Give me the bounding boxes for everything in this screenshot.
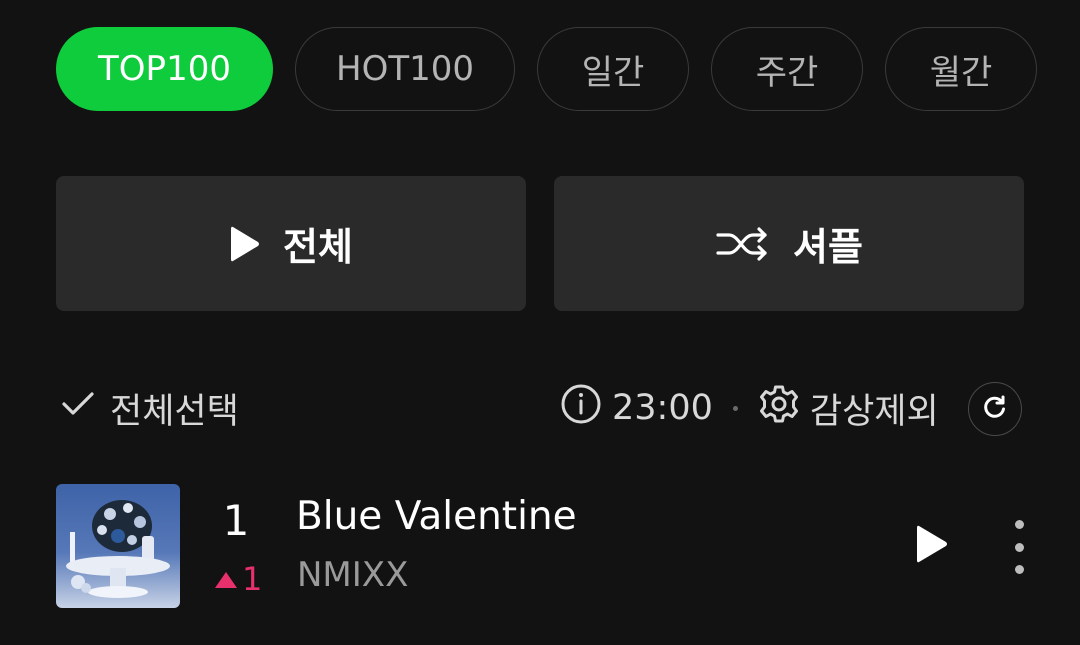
info-icon[interactable]: [560, 383, 602, 434]
refresh-button[interactable]: [968, 382, 1022, 436]
song-title[interactable]: Blue Valentine: [296, 494, 577, 539]
tab-monthly[interactable]: 월간: [885, 27, 1037, 111]
rank-change-value: 1: [242, 560, 263, 598]
rank-change: 1: [214, 560, 262, 598]
play-all-button[interactable]: 전체: [56, 176, 526, 311]
tab-daily[interactable]: 일간: [537, 27, 689, 111]
select-all-button[interactable]: 전체선택: [60, 382, 239, 434]
exclude-settings-button[interactable]: 감상제외: [758, 383, 939, 434]
song-play-button[interactable]: [906, 520, 958, 572]
tab-hot100[interactable]: HOT100: [295, 27, 515, 111]
more-dot: [1014, 542, 1024, 552]
chart-page: TOP100 HOT100 일간 주간 월간 전체 셔플 전체선택 23:00 …: [0, 0, 1080, 645]
more-dot: [1014, 565, 1024, 574]
shuffle-icon: [715, 224, 771, 264]
triangle-up-icon: [214, 560, 238, 598]
more-vertical-icon: [1014, 520, 1024, 529]
shuffle-label: 셔플: [793, 225, 863, 269]
play-icon: [915, 523, 949, 569]
play-all-label: 전체: [283, 225, 353, 269]
shuffle-button[interactable]: 셔플: [554, 176, 1024, 311]
refresh-icon: [982, 394, 1008, 424]
exclude-label: 감상제외: [809, 391, 939, 432]
song-artist[interactable]: NMIXX: [297, 555, 408, 595]
separator-dot: [732, 405, 738, 411]
tab-top100[interactable]: TOP100: [56, 27, 273, 111]
play-icon: [229, 224, 261, 264]
album-cover[interactable]: [56, 484, 180, 608]
gear-icon: [758, 383, 800, 434]
chart-info-bar: 23:00 감상제외: [560, 382, 939, 434]
update-time: 23:00: [612, 388, 713, 428]
tab-weekly[interactable]: 주간: [711, 27, 863, 111]
more-options-button[interactable]: [1002, 520, 1036, 574]
song-rank: 1: [222, 496, 250, 545]
select-all-label: 전체선택: [110, 391, 239, 432]
check-icon: [60, 388, 96, 428]
